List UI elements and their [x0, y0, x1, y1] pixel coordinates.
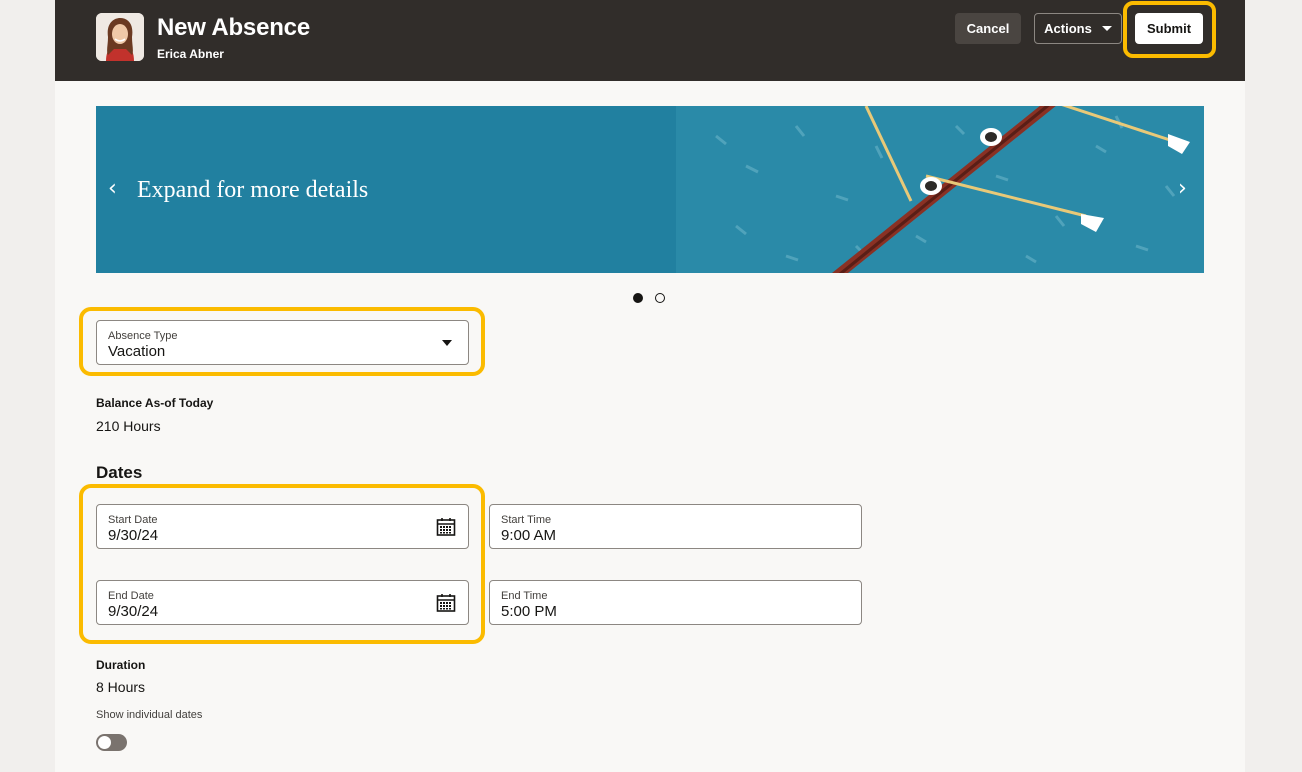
cancel-button-label: Cancel [966, 21, 1010, 36]
start-date-value: 9/30/24 [108, 527, 159, 544]
banner-text: Expand for more details [137, 177, 369, 203]
avatar [96, 13, 144, 61]
calendar-icon[interactable] [436, 593, 456, 613]
submit-button[interactable]: Submit [1135, 13, 1203, 44]
absence-type-label: Absence Type [108, 330, 178, 342]
start-date-label: Start Date [108, 514, 158, 526]
chevron-right-icon[interactable]: › [1178, 176, 1187, 201]
actions-button-label: Actions [1044, 21, 1092, 36]
info-banner[interactable]: ‹ Expand for more details › [96, 106, 1204, 273]
end-date-label: End Date [108, 590, 154, 602]
dates-heading: Dates [96, 463, 143, 482]
cancel-button[interactable]: Cancel [955, 13, 1021, 44]
carousel-pager [633, 293, 665, 303]
start-time-label: Start Time [501, 514, 552, 526]
actions-menu-button[interactable]: Actions [1034, 13, 1122, 44]
balance-label: Balance As-of Today [96, 396, 214, 410]
carousel-dot-2[interactable] [655, 293, 665, 303]
start-time-value: 9:00 AM [501, 527, 557, 544]
user-name: Erica Abner [157, 47, 224, 61]
show-individual-dates-label: Show individual dates [96, 709, 203, 721]
duration-label: Duration [96, 658, 146, 672]
calendar-icon[interactable] [436, 517, 456, 537]
toggle-knob [98, 736, 111, 749]
start-time-field[interactable]: Start Time 9:00 AM [489, 504, 862, 549]
absence-type-value: Vacation [108, 343, 166, 360]
end-date-field[interactable]: End Date 9/30/24 [96, 580, 469, 625]
carousel-dot-1[interactable] [633, 293, 643, 303]
end-time-field[interactable]: End Time 5:00 PM [489, 580, 862, 625]
duration-value: 8 Hours [96, 679, 146, 695]
dropdown-arrow-icon [442, 340, 452, 346]
end-time-label: End Time [501, 590, 548, 602]
end-date-value: 9/30/24 [108, 603, 159, 620]
page-title: New Absence [157, 14, 310, 41]
start-date-field[interactable]: Start Date 9/30/24 [96, 504, 469, 549]
page: New Absence Erica Abner Cancel Actions S… [55, 0, 1245, 772]
submit-button-label: Submit [1146, 21, 1192, 36]
absence-type-select[interactable]: Absence Type Vacation [96, 320, 469, 365]
page-header: New Absence Erica Abner Cancel Actions S… [55, 0, 1245, 81]
chevron-left-icon[interactable]: ‹ [108, 176, 117, 201]
balance-value: 210 Hours [96, 418, 161, 434]
caret-down-icon [1101, 26, 1112, 31]
end-time-value: 5:00 PM [501, 603, 557, 620]
show-individual-dates-toggle[interactable] [96, 734, 127, 751]
